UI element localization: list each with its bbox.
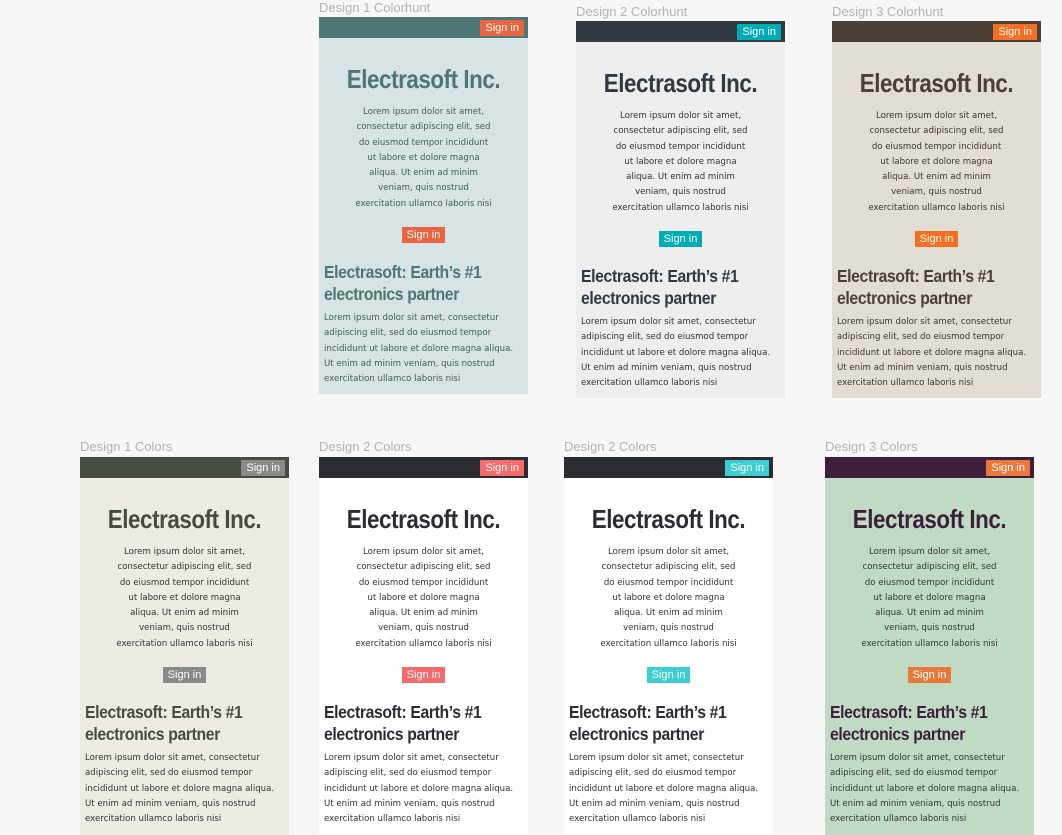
frame-label: Design 1 Colors	[80, 439, 173, 454]
top-nav-bar: Sign in	[564, 457, 773, 478]
section-body-text: Lorem ipsum dolor sit amet, consectetur …	[85, 753, 275, 825]
top-nav-bar: Sign in	[80, 457, 289, 478]
hero-sign-in-button[interactable]: Sign in	[162, 667, 207, 684]
frame-label: Design 2 Colors	[564, 439, 657, 454]
hero-sign-in-button[interactable]: Sign in	[646, 667, 691, 684]
nav-sign-in-button[interactable]: Sign in	[986, 460, 1030, 476]
frame-label: Design 3 Colors	[825, 439, 918, 454]
mobile-frame: Sign in Electrasoft Inc. Lorem ipsum dol…	[825, 457, 1034, 835]
top-nav-bar: Sign in	[832, 21, 1041, 42]
section-body-text: Lorem ipsum dolor sit amet, consectetur …	[324, 313, 514, 385]
hero-description: Lorem ipsum dolor sit amet, consectetur …	[600, 547, 737, 649]
frame-label: Design 3 Colorhunt	[832, 4, 944, 19]
hero-sign-in-button[interactable]: Sign in	[401, 227, 446, 244]
section-headline: Electrasoft: Earth’s #1 electronics part…	[830, 702, 988, 745]
brand-title: Electrasoft Inc.	[346, 504, 501, 534]
frame-label: Design 2 Colorhunt	[576, 4, 688, 19]
hero-description: Lorem ipsum dolor sit amet, consectetur …	[612, 111, 749, 213]
section-body-text: Lorem ipsum dolor sit amet, consectetur …	[569, 753, 759, 825]
brand-title: Electrasoft Inc.	[346, 64, 501, 94]
section-headline: Electrasoft: Earth’s #1 electronics part…	[324, 702, 482, 745]
mobile-frame: Sign in Electrasoft Inc. Lorem ipsum dol…	[319, 17, 528, 394]
section-body-text: Lorem ipsum dolor sit amet, consectetur …	[830, 753, 1020, 825]
section-headline: Electrasoft: Earth’s #1 electronics part…	[581, 266, 739, 309]
frame-label: Design 2 Colors	[319, 439, 412, 454]
nav-sign-in-button[interactable]: Sign in	[241, 460, 285, 476]
nav-sign-in-button[interactable]: Sign in	[737, 24, 781, 40]
brand-title: Electrasoft Inc.	[603, 68, 758, 98]
brand-title: Electrasoft Inc.	[852, 504, 1007, 534]
section-headline: Electrasoft: Earth’s #1 electronics part…	[324, 262, 482, 305]
mobile-frame: Sign in Electrasoft Inc. Lorem ipsum dol…	[80, 457, 289, 835]
section-body-text: Lorem ipsum dolor sit amet, consectetur …	[837, 317, 1027, 389]
top-nav-bar: Sign in	[576, 21, 785, 42]
section-headline: Electrasoft: Earth’s #1 electronics part…	[85, 702, 243, 745]
nav-sign-in-button[interactable]: Sign in	[480, 20, 524, 36]
hero-description: Lorem ipsum dolor sit amet, consectetur …	[116, 547, 253, 649]
nav-sign-in-button[interactable]: Sign in	[725, 460, 769, 476]
nav-sign-in-button[interactable]: Sign in	[993, 24, 1037, 40]
section-body-text: Lorem ipsum dolor sit amet, consectetur …	[324, 753, 514, 825]
mobile-frame: Sign in Electrasoft Inc. Lorem ipsum dol…	[319, 457, 528, 835]
mobile-frame: Sign in Electrasoft Inc. Lorem ipsum dol…	[564, 457, 773, 835]
hero-description: Lorem ipsum dolor sit amet, consectetur …	[868, 111, 1005, 213]
mobile-frame: Sign in Electrasoft Inc. Lorem ipsum dol…	[576, 21, 785, 398]
hero-description: Lorem ipsum dolor sit amet, consectetur …	[355, 547, 492, 649]
nav-sign-in-button[interactable]: Sign in	[480, 460, 524, 476]
hero-description: Lorem ipsum dolor sit amet, consectetur …	[355, 107, 492, 209]
brand-title: Electrasoft Inc.	[107, 504, 262, 534]
section-headline: Electrasoft: Earth’s #1 electronics part…	[837, 266, 995, 309]
hero-description: Lorem ipsum dolor sit amet, consectetur …	[861, 547, 998, 649]
brand-title: Electrasoft Inc.	[859, 68, 1014, 98]
top-nav-bar: Sign in	[319, 17, 528, 38]
brand-title: Electrasoft Inc.	[591, 504, 746, 534]
mobile-frame: Sign in Electrasoft Inc. Lorem ipsum dol…	[832, 21, 1041, 398]
top-nav-bar: Sign in	[825, 457, 1034, 478]
hero-sign-in-button[interactable]: Sign in	[401, 667, 446, 684]
hero-sign-in-button[interactable]: Sign in	[907, 667, 952, 684]
top-nav-bar: Sign in	[319, 457, 528, 478]
frame-label: Design 1 Colorhunt	[319, 0, 431, 15]
hero-sign-in-button[interactable]: Sign in	[658, 231, 703, 248]
section-body-text: Lorem ipsum dolor sit amet, consectetur …	[581, 317, 771, 389]
hero-sign-in-button[interactable]: Sign in	[914, 231, 959, 248]
section-headline: Electrasoft: Earth’s #1 electronics part…	[569, 702, 727, 745]
